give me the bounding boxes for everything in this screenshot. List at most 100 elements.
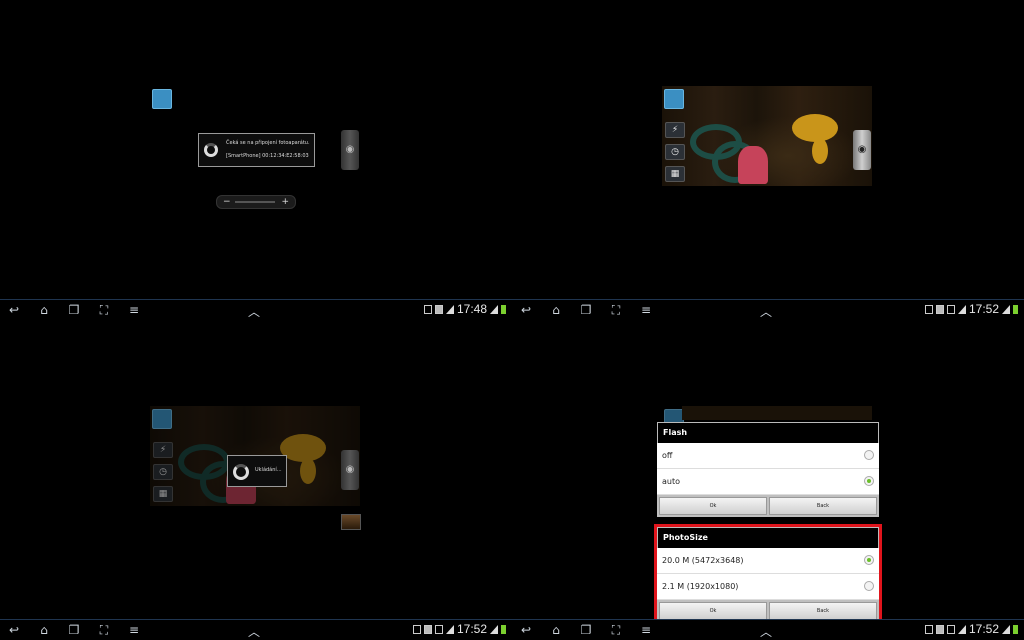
screenshot-status-icon <box>412 624 421 634</box>
chevron-up-icon[interactable]: ︿ <box>248 303 260 320</box>
flash-dialog: Flash off auto Ok Back <box>657 422 879 517</box>
flash-dialog-title: Flash <box>657 422 879 443</box>
battery-icon <box>1013 624 1018 634</box>
wifi-signal-icon <box>445 304 454 314</box>
saving-message: Ukládání... <box>255 467 282 473</box>
recent-apps-icon[interactable]: ❐ <box>578 303 594 317</box>
chevron-up-icon[interactable]: ︿ <box>760 623 772 640</box>
flash-ok-button[interactable]: Ok <box>659 497 767 515</box>
flash-option-auto[interactable]: auto <box>657 469 879 495</box>
cell-signal-icon <box>490 304 498 314</box>
status-area: 17:52 <box>924 622 1018 636</box>
shutter-button[interactable]: ◉ <box>341 130 359 170</box>
menu-icon[interactable]: ≡ <box>126 303 142 317</box>
back-icon[interactable]: ↩ <box>6 303 22 317</box>
shutter-button[interactable]: ◉ <box>853 130 871 170</box>
panel-settings: Flash off auto Ok Back PhotoSize 20.0 M … <box>512 320 1024 640</box>
gallery-status-icon <box>434 624 443 634</box>
clock: 17:48 <box>456 302 487 316</box>
flash-option-auto-radio[interactable] <box>864 476 874 486</box>
clock: 17:52 <box>456 622 487 636</box>
wifi-signal-icon <box>957 624 966 634</box>
battery-icon <box>501 624 506 634</box>
screenshot-status-icon <box>423 304 432 314</box>
flash-option-off-radio[interactable] <box>864 450 874 460</box>
status-area: 17:48 <box>423 302 506 316</box>
wifi-icon[interactable] <box>152 89 172 109</box>
cell-signal-icon <box>490 624 498 634</box>
loading-spinner <box>204 143 218 157</box>
notification-icon <box>434 304 443 314</box>
flash-option-off[interactable]: off <box>657 443 879 469</box>
screenshot-status-icon <box>924 304 933 314</box>
clock: 17:52 <box>968 302 999 316</box>
zoom-control[interactable]: − + <box>216 195 296 209</box>
camera-preview[interactable] <box>662 86 872 186</box>
screenshot-icon[interactable]: ⛶ <box>608 303 624 317</box>
navigation-bar: ↩ ⌂ ❐ ⛶ ≡ ︿ 17:52 <box>512 619 1024 640</box>
status-area: 17:52 <box>412 622 506 636</box>
flash-back-button[interactable]: Back <box>769 497 877 515</box>
recent-apps-icon[interactable]: ❐ <box>66 303 82 317</box>
connecting-message: Čeká se na připojení fotoaparátu. <box>226 140 310 146</box>
notification-icon <box>423 624 432 634</box>
screenshot-icon[interactable]: ⛶ <box>608 623 624 637</box>
flash-icon[interactable]: ⚡ <box>153 442 173 458</box>
battery-icon <box>501 304 506 314</box>
connecting-device: [SmartPhone] 00:12:34:E2:58:03 <box>226 153 309 159</box>
recent-apps-icon[interactable]: ❐ <box>578 623 594 637</box>
shutter-button[interactable]: ◉ <box>341 450 359 490</box>
panel-saving: ⚡ ◷ ▦ ◉ Ukládání... ↩ ⌂ ❐ ⛶ ≡ ︿ 17:52 <box>0 320 512 640</box>
photosize-highlight-frame <box>654 524 882 627</box>
home-icon[interactable]: ⌂ <box>36 303 52 317</box>
flash-dialog-buttons: Ok Back <box>657 495 879 517</box>
zoom-slider[interactable] <box>235 201 275 203</box>
back-icon[interactable]: ↩ <box>6 623 22 637</box>
screenshot-status-icon <box>924 624 933 634</box>
wifi-icon[interactable] <box>152 409 172 429</box>
gallery-status-icon <box>946 304 955 314</box>
wifi-icon[interactable] <box>664 89 684 109</box>
timer-icon[interactable]: ◷ <box>665 144 685 160</box>
menu-icon[interactable]: ≡ <box>638 303 654 317</box>
menu-icon[interactable]: ≡ <box>126 623 142 637</box>
zoom-in-button[interactable]: + <box>281 196 289 208</box>
menu-icon[interactable]: ≡ <box>638 623 654 637</box>
battery-icon <box>1013 304 1018 314</box>
clock: 17:52 <box>968 622 999 636</box>
flash-icon[interactable]: ⚡ <box>665 122 685 138</box>
cell-signal-icon <box>1002 304 1010 314</box>
chevron-up-icon[interactable]: ︿ <box>248 623 260 640</box>
connecting-toast: Čeká se na připojení fotoaparátu. [Smart… <box>198 133 315 167</box>
chevron-up-icon[interactable]: ︿ <box>760 303 772 320</box>
back-icon[interactable]: ↩ <box>518 623 534 637</box>
panel-preview: ⚡ ◷ ▦ ◉ ↩ ⌂ ❐ ⛶ ≡ ︿ 17:52 <box>512 0 1024 320</box>
last-photo-thumbnail[interactable] <box>341 514 361 530</box>
cell-signal-icon <box>1002 624 1010 634</box>
flash-option-auto-label: auto <box>662 477 681 486</box>
zoom-out-button[interactable]: − <box>223 196 231 208</box>
navigation-bar: ↩ ⌂ ❐ ⛶ ≡ ︿ 17:52 <box>0 619 512 640</box>
home-icon[interactable]: ⌂ <box>36 623 52 637</box>
notification-icon <box>935 624 944 634</box>
navigation-bar: ↩ ⌂ ❐ ⛶ ≡ ︿ 17:48 <box>0 299 512 320</box>
screenshot-icon[interactable]: ⛶ <box>96 623 112 637</box>
timer-icon[interactable]: ◷ <box>153 464 173 480</box>
photo-size-icon[interactable]: ▦ <box>153 486 173 502</box>
status-area: 17:52 <box>924 302 1018 316</box>
navigation-bar: ↩ ⌂ ❐ ⛶ ≡ ︿ 17:52 <box>512 299 1024 320</box>
flash-option-off-label: off <box>662 451 673 460</box>
wifi-signal-icon <box>445 624 454 634</box>
loading-spinner <box>233 464 249 480</box>
screenshot-icon[interactable]: ⛶ <box>96 303 112 317</box>
recent-apps-icon[interactable]: ❐ <box>66 623 82 637</box>
home-icon[interactable]: ⌂ <box>548 623 564 637</box>
gallery-status-icon <box>946 624 955 634</box>
back-icon[interactable]: ↩ <box>518 303 534 317</box>
camera-preview <box>682 406 872 420</box>
panel-connecting: Čeká se na připojení fotoaparátu. [Smart… <box>0 0 512 320</box>
home-icon[interactable]: ⌂ <box>548 303 564 317</box>
wifi-signal-icon <box>957 304 966 314</box>
photo-size-icon[interactable]: ▦ <box>665 166 685 182</box>
saving-toast: Ukládání... <box>227 455 287 487</box>
